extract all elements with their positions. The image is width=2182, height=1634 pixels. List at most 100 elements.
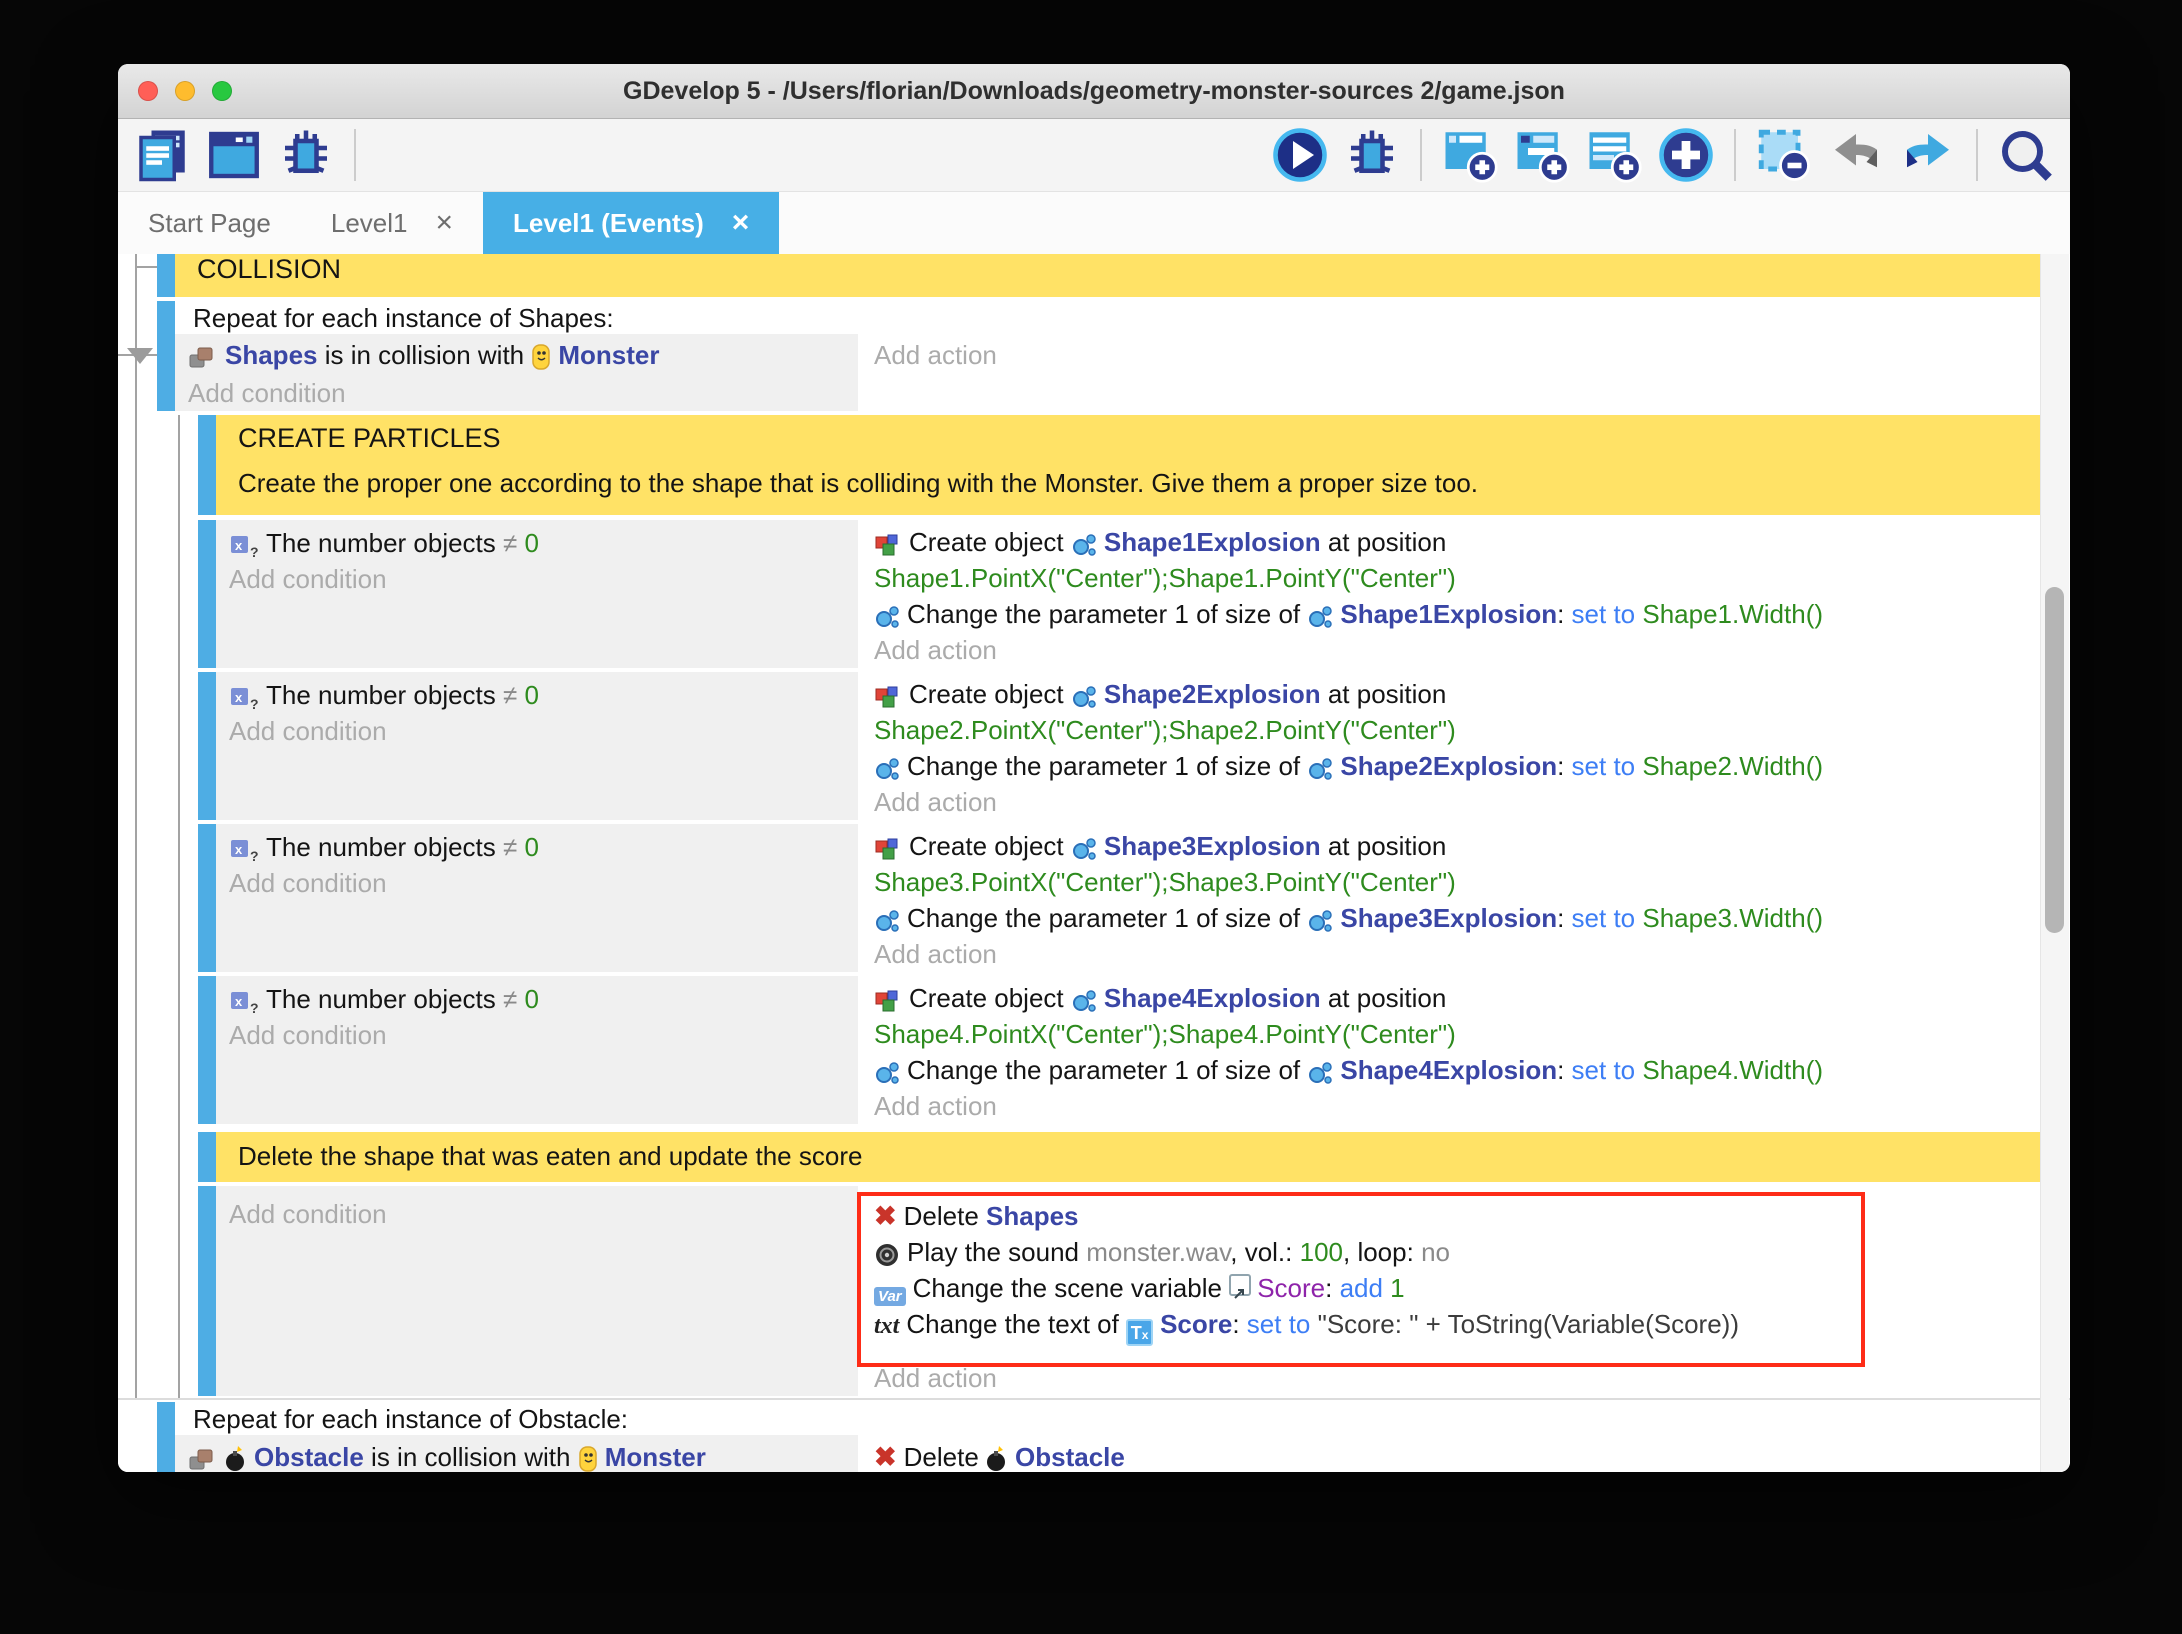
action-delete-shapes[interactable]: ✖Delete Shapes (861, 1186, 2040, 1234)
project-manager-icon[interactable] (134, 127, 190, 183)
action-expression[interactable]: Shape4.PointX("Center");Shape4.PointY("C… (861, 1016, 2040, 1052)
tree-guide-line (135, 254, 137, 1400)
add-action-link[interactable]: Add action (861, 784, 2040, 820)
action-create-object[interactable]: Create object Shape4Explosion at positio… (861, 976, 2040, 1016)
repeat-header: Repeat for each instance of Shapes: (175, 301, 2040, 334)
action-create-object[interactable]: Create object Shape3Explosion at positio… (861, 824, 2040, 864)
actions-cell[interactable]: ✖Delete Shapes Play the sound monster.wa… (861, 1186, 2040, 1396)
add-sub-event-button[interactable] (1514, 127, 1570, 183)
redo-button[interactable] (1900, 127, 1956, 183)
particle-emitter-icon (874, 908, 900, 934)
event-shape2[interactable]: x ? The number objects ≠ 0 Add condition… (198, 672, 2040, 820)
event-shape3[interactable]: x ? The number objects ≠ 0 Add condition… (198, 824, 2040, 972)
search-button[interactable] (1998, 127, 2054, 183)
conditions-cell[interactable]: x ? The number objects ≠ 0 Add condition (216, 520, 861, 668)
event-score[interactable]: Add condition ✖Delete Shapes Play the so… (198, 1186, 2040, 1396)
add-condition-link[interactable]: Add condition (175, 375, 858, 411)
action-play-sound[interactable]: Play the sound monster.wav, vol.: 100, l… (861, 1234, 2040, 1270)
debug-button[interactable] (1344, 127, 1400, 183)
expression: Shape2.Width() (1642, 751, 1823, 781)
particle-emitter-icon (1307, 756, 1333, 782)
remove-selection-button[interactable] (1756, 127, 1812, 183)
window-title: GDevelop 5 - /Users/florian/Downloads/ge… (623, 77, 1565, 106)
actions-cell[interactable]: Add action (861, 334, 2040, 411)
actions-cell[interactable]: Create object Shape2Explosion at positio… (861, 672, 2040, 820)
event-shape4[interactable]: x ? The number objects ≠ 0 Add condition… (198, 976, 2040, 1124)
actions-cell[interactable]: Create object Shape4Explosion at positio… (861, 976, 2040, 1124)
tab-level1-events[interactable]: Level1 (Events) × (483, 192, 779, 254)
comment-delete-score[interactable]: Delete the shape that was eaten and upda… (198, 1132, 2040, 1182)
condition-object-count[interactable]: x ? The number objects ≠ 0 (216, 520, 858, 561)
action-change-size[interactable]: Change the parameter 1 of size of Shape2… (861, 748, 2040, 784)
action-expression[interactable]: Shape2.PointX("Center");Shape2.PointY("C… (861, 712, 2040, 748)
action-expression[interactable]: Shape1.PointX("Center");Shape1.PointY("C… (861, 560, 2040, 596)
conditions-cell[interactable]: Add condition (216, 1186, 861, 1396)
comment-collision[interactable]: COLLISION (157, 254, 2040, 297)
add-action-link[interactable]: Add action (861, 1360, 2040, 1396)
add-condition-link[interactable]: Add condition (216, 865, 858, 901)
close-window-button[interactable] (138, 81, 158, 101)
action-change-size[interactable]: Change the parameter 1 of size of Shape4… (861, 1052, 2040, 1088)
scene-editor-icon[interactable] (206, 127, 262, 183)
add-condition-link[interactable]: Add condition (216, 561, 858, 597)
action-text: Delete (904, 1201, 986, 1231)
add-action-link[interactable]: Add action (861, 334, 2040, 373)
action-change-variable[interactable]: VarChange the scene variable Score: add … (861, 1270, 2040, 1306)
add-comment-button[interactable] (1586, 127, 1642, 183)
action-change-text[interactable]: txtChange the text of TxScore: set to "S… (861, 1306, 2040, 1346)
collapse-event-triangle[interactable] (127, 348, 153, 364)
scrollbar-thumb[interactable] (2045, 587, 2064, 933)
condition-collision[interactable]: Shapes is in collision with Monster (175, 334, 858, 373)
close-tab-icon[interactable]: × (435, 208, 453, 238)
tab-start-page[interactable]: Start Page (118, 192, 301, 254)
action-text: at position (1321, 831, 1447, 861)
play-button[interactable] (1272, 127, 1328, 183)
conditions-cell[interactable]: x ? The number objects ≠ 0 Add condition (216, 976, 861, 1124)
add-event-button[interactable] (1442, 127, 1498, 183)
undo-button[interactable] (1828, 127, 1884, 183)
conditions-cell[interactable]: x ? The number objects ≠ 0 Add condition (216, 672, 861, 820)
actions-cell[interactable]: Create object Shape1Explosion at positio… (861, 520, 2040, 668)
actions-cell[interactable]: ✖Delete Obstacle (861, 1435, 2040, 1472)
tab-level1[interactable]: Level1 × (301, 192, 483, 254)
conditions-cell[interactable]: x ? The number objects ≠ 0 Add condition (216, 824, 861, 972)
add-action-link[interactable]: Add action (861, 936, 2040, 972)
event-repeat-shapes[interactable]: Repeat for each instance of Shapes: Shap… (157, 301, 2040, 411)
zoom-window-button[interactable] (212, 81, 232, 101)
create-object-icon (874, 532, 902, 558)
condition-object-count[interactable]: x ? The number objects ≠ 0 (216, 824, 858, 865)
expression: Shape3.Width() (1642, 903, 1823, 933)
debugger-icon[interactable] (278, 127, 334, 183)
add-condition-link[interactable]: Add condition (216, 1017, 858, 1053)
action-create-object[interactable]: Create object Shape2Explosion at positio… (861, 672, 2040, 712)
add-action-link[interactable]: Add action (861, 1088, 2040, 1124)
comment-create-particles[interactable]: CREATE PARTICLES Create the proper one a… (198, 415, 2040, 515)
add-button[interactable] (1658, 127, 1714, 183)
add-condition-link[interactable]: Add condition (216, 713, 858, 749)
action-create-object[interactable]: Create object Shape1Explosion at positio… (861, 520, 2040, 560)
action-text: Change the scene variable (913, 1273, 1230, 1303)
variable-name: Score (1257, 1273, 1325, 1303)
event-shape1[interactable]: x ? The number objects ≠ 0 Add condition… (198, 520, 2040, 668)
condition-object-count[interactable]: x ? The number objects ≠ 0 (216, 976, 858, 1017)
action-text: Change the parameter 1 of size of (907, 599, 1307, 629)
condition-collision[interactable]: Obstacle is in collision with Monster (175, 1435, 858, 1472)
conditions-cell[interactable]: Shapes is in collision with Monster Add … (175, 334, 861, 411)
action-change-size[interactable]: Change the parameter 1 of size of Shape3… (861, 900, 2040, 936)
add-condition-link[interactable]: Add condition (216, 1186, 858, 1232)
collision-icon (188, 1447, 218, 1472)
conditions-cell[interactable]: Obstacle is in collision with Monster (175, 1435, 861, 1472)
action-expression[interactable]: Shape3.PointX("Center");Shape3.PointY("C… (861, 864, 2040, 900)
actions-cell[interactable]: Create object Shape3Explosion at positio… (861, 824, 2040, 972)
minimize-window-button[interactable] (175, 81, 195, 101)
titlebar[interactable]: GDevelop 5 - /Users/florian/Downloads/ge… (118, 64, 2070, 119)
event-repeat-obstacle[interactable]: Repeat for each instance of Obstacle: Ob… (157, 1402, 2040, 1472)
action-delete-obstacle[interactable]: ✖Delete Obstacle (861, 1435, 2040, 1472)
action-change-size[interactable]: Change the parameter 1 of size of Shape1… (861, 596, 2040, 632)
object-name: Score (1160, 1309, 1232, 1339)
condition-object-count[interactable]: x ? The number objects ≠ 0 (216, 672, 858, 713)
close-tab-icon[interactable]: × (732, 208, 750, 238)
add-action-link[interactable]: Add action (861, 632, 2040, 668)
text-object-icon: Tx (1126, 1319, 1153, 1346)
condition-text: The number objects (266, 832, 503, 862)
